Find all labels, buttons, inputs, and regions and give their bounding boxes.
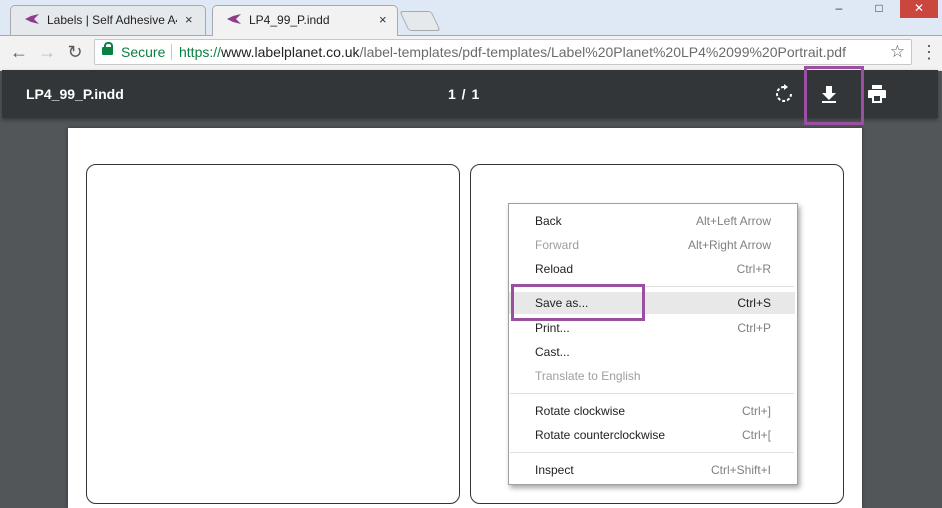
bookmark-star-icon[interactable]: ☆ (890, 42, 905, 62)
address-bar[interactable]: Secure https://www.labelplanet.co.uk/lab… (94, 39, 912, 65)
menu-separator (510, 393, 794, 394)
context-menu: Back Alt+Left Arrow Forward Alt+Right Ar… (508, 203, 798, 485)
tab-labels[interactable]: Labels | Self Adhesive A4 × (10, 5, 206, 36)
menu-item-shortcut: Ctrl+S (737, 296, 771, 310)
reload-icon[interactable]: ↻ (64, 41, 86, 63)
url-scheme: https:// (179, 44, 222, 60)
menu-item-translate[interactable]: Translate to English (509, 365, 795, 387)
label-planet-favicon-icon (25, 14, 39, 24)
url-host: www.labelplanet.co.uk (221, 44, 360, 60)
menu-item-label: Rotate clockwise (535, 404, 626, 418)
menu-item-label: Rotate counterclockwise (535, 428, 666, 442)
menu-item-reload[interactable]: Reload Ctrl+R (509, 258, 795, 280)
url-text[interactable]: https://www.labelplanet.co.uk/label-temp… (179, 44, 846, 60)
window-close-button[interactable]: ✕ (900, 0, 938, 18)
security-label: Secure (121, 44, 166, 60)
menu-item-label: Reload (535, 262, 574, 276)
menu-item-shortcut: Ctrl+P (737, 321, 771, 335)
lock-icon (102, 42, 113, 55)
tab-strip: Labels | Self Adhesive A4 × LP4_99_P.ind… (0, 0, 942, 36)
menu-item-rotate-clockwise[interactable]: Rotate clockwise Ctrl+] (509, 400, 795, 422)
tab-close-icon[interactable]: × (185, 12, 193, 27)
back-arrow-icon[interactable]: ← (8, 41, 30, 63)
menu-item-print[interactable]: Print... Ctrl+P (509, 317, 795, 339)
label-outline-left (86, 164, 460, 504)
menu-separator (510, 286, 794, 287)
menu-item-label: Inspect (535, 463, 574, 477)
window-controls: – □ ✕ (820, 0, 942, 20)
pdf-title: LP4_99_P.indd (26, 86, 124, 102)
menu-item-inspect[interactable]: Inspect Ctrl+Shift+I (509, 459, 795, 481)
menu-item-label: Back (535, 214, 562, 228)
label-planet-favicon-icon (227, 14, 241, 24)
menu-item-label: Save as... (535, 296, 589, 310)
menu-item-back[interactable]: Back Alt+Left Arrow (509, 210, 795, 232)
browser-toolbar: ← → ↻ Secure https://www.labelplanet.co.… (0, 36, 942, 71)
tab-pdf[interactable]: LP4_99_P.indd × (212, 5, 398, 36)
tab-close-icon[interactable]: × (379, 12, 387, 27)
menu-item-label: Forward (535, 238, 580, 252)
maximize-button[interactable]: □ (860, 0, 898, 18)
menu-item-shortcut: Ctrl+Shift+I (710, 463, 771, 477)
tab-title: Labels | Self Adhesive A4 (47, 13, 177, 27)
pdf-toolbar: LP4_99_P.indd 1 / 1 (2, 70, 938, 118)
menu-item-forward[interactable]: Forward Alt+Right Arrow (509, 234, 795, 256)
url-path: /label-templates/pdf-templates/Label%20P… (359, 44, 846, 60)
menu-item-label: Translate to English (535, 369, 641, 383)
menu-item-shortcut: Ctrl+[ (741, 428, 771, 442)
menu-item-rotate-counterclockwise[interactable]: Rotate counterclockwise Ctrl+[ (509, 424, 795, 446)
menu-item-label: Cast... (535, 345, 570, 359)
menu-separator (510, 452, 794, 453)
menu-item-shortcut: Ctrl+] (741, 404, 771, 418)
menu-item-cast[interactable]: Cast... (509, 341, 795, 363)
menu-item-shortcut: Alt+Left Arrow (695, 214, 771, 228)
download-icon[interactable] (817, 82, 841, 106)
divider (171, 44, 172, 60)
rotate-icon[interactable] (772, 82, 796, 106)
menu-item-label: Print... (535, 321, 570, 335)
page-indicator: 1 / 1 (448, 86, 481, 102)
menu-item-shortcut: Ctrl+R (736, 262, 771, 276)
menu-item-shortcut: Alt+Right Arrow (687, 238, 771, 252)
tab-title: LP4_99_P.indd (249, 13, 330, 27)
print-icon[interactable] (865, 82, 889, 106)
minimize-button[interactable]: – (820, 0, 858, 18)
forward-arrow-icon[interactable]: → (36, 41, 58, 63)
new-tab-button[interactable] (399, 11, 441, 31)
menu-item-save-as[interactable]: Save as... Ctrl+S (509, 292, 795, 314)
browser-menu-icon[interactable]: ⋮ (920, 42, 938, 64)
